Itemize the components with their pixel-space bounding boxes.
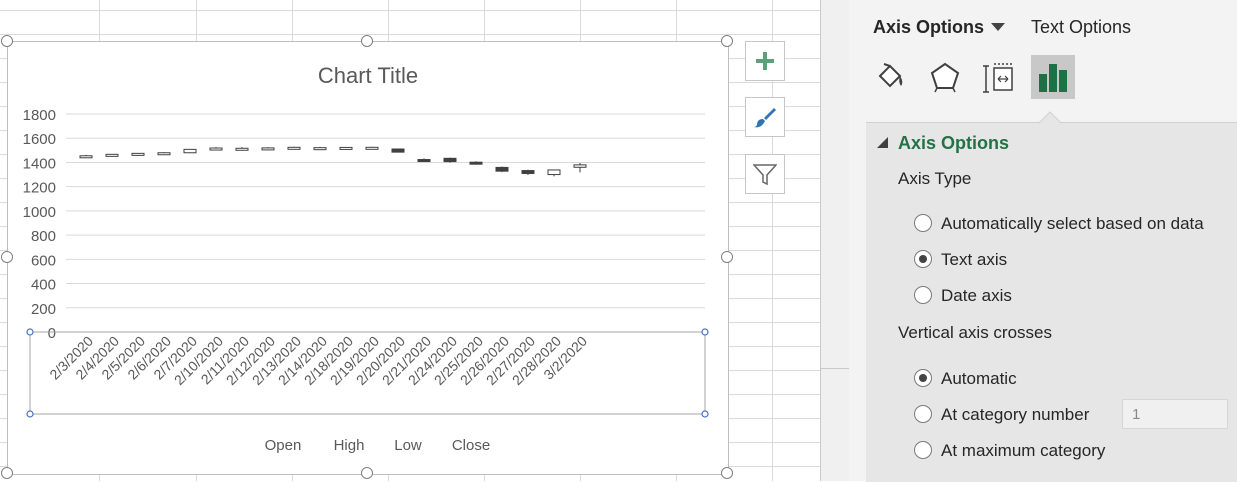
candle-body xyxy=(235,147,249,151)
pane-header: Axis Options Text Options xyxy=(849,0,1237,120)
tab-axis-options[interactable]: Axis Options xyxy=(873,17,984,38)
resize-handle-right[interactable] xyxy=(721,251,733,263)
vertical-axis-crosses-label: Vertical axis crosses xyxy=(898,323,1052,342)
candle-body xyxy=(573,164,587,168)
effects-button[interactable] xyxy=(923,55,967,99)
y-tick-label: 1800 xyxy=(23,107,56,124)
candle-body xyxy=(547,169,561,176)
resize-handle-bottom-left[interactable] xyxy=(1,467,13,479)
candle-body xyxy=(261,147,275,151)
resize-handle-top-right[interactable] xyxy=(721,35,733,47)
fill-line-button[interactable] xyxy=(867,55,911,99)
y-tick-label: 1400 xyxy=(23,155,56,172)
axis-selection-handle xyxy=(26,410,34,418)
axis-selection-handle xyxy=(701,328,709,336)
collapse-triangle-icon[interactable] xyxy=(877,137,888,148)
candle-body xyxy=(183,148,197,154)
candle-body xyxy=(443,157,457,163)
tab-text-options[interactable]: Text Options xyxy=(1031,17,1131,38)
option-crosses-category-number-label[interactable]: At category number xyxy=(941,405,1089,425)
candle-body xyxy=(287,146,301,150)
candle-body xyxy=(365,146,379,150)
plus-icon xyxy=(756,52,774,70)
resize-handle-bottom[interactable] xyxy=(361,467,373,479)
candle-body xyxy=(495,166,509,172)
legend-entry: Close xyxy=(452,437,490,454)
chart-styles-button[interactable] xyxy=(745,97,785,137)
effects-icon xyxy=(930,62,960,93)
candle-body xyxy=(79,155,93,159)
axis-selection-handle xyxy=(701,410,709,418)
section-title-axis-options[interactable]: Axis Options xyxy=(898,133,1009,154)
category-number-input[interactable]: 1 xyxy=(1122,399,1228,429)
candle-body xyxy=(339,146,353,150)
candle-body xyxy=(157,152,171,156)
radio-text-axis[interactable] xyxy=(914,250,932,268)
radio-crosses-category-number[interactable] xyxy=(914,405,932,423)
candle-body xyxy=(521,170,535,174)
y-tick-label: 800 xyxy=(31,228,56,245)
chart-elements-button[interactable] xyxy=(745,41,785,81)
axis-options-icon xyxy=(1039,64,1067,92)
candle-body xyxy=(209,147,223,151)
candle-body xyxy=(313,147,327,151)
resize-handle-bottom-right[interactable] xyxy=(721,467,733,479)
y-tick-label: 600 xyxy=(31,252,56,269)
resize-handle-top[interactable] xyxy=(361,35,373,47)
legend-entry: High xyxy=(334,437,365,454)
radio-date-axis[interactable] xyxy=(914,286,932,304)
legend-entry: Open xyxy=(265,437,302,454)
axis-selection-handle xyxy=(26,328,34,336)
radio-auto-select[interactable] xyxy=(914,214,932,232)
option-auto-select-label[interactable]: Automatically select based on data xyxy=(941,214,1204,234)
option-text-axis-label[interactable]: Text axis xyxy=(941,250,1007,270)
size-properties-button[interactable] xyxy=(977,55,1021,99)
y-tick-label: 1200 xyxy=(23,180,56,197)
option-date-axis-label[interactable]: Date axis xyxy=(941,286,1012,306)
y-tick-label: 200 xyxy=(31,301,56,318)
candle-body xyxy=(105,153,119,157)
selection-pointer xyxy=(1039,111,1061,124)
axis-options-button[interactable] xyxy=(1031,55,1075,99)
y-tick-label: 400 xyxy=(31,277,56,294)
radio-crosses-max-category[interactable] xyxy=(914,441,932,459)
resize-handle-left[interactable] xyxy=(1,251,13,263)
option-crosses-max-category-label[interactable]: At maximum category xyxy=(941,441,1105,461)
radio-crosses-automatic[interactable] xyxy=(914,369,932,387)
legend-entry: Low xyxy=(394,437,422,454)
brush-icon xyxy=(754,108,776,128)
filter-icon xyxy=(753,164,777,186)
vertical-scrollbar[interactable] xyxy=(820,0,849,481)
y-tick-label: 0 xyxy=(48,325,56,342)
chart-plot: Chart Title 0 200 400 600 800 1000 1200 1400 1600… xyxy=(23,63,709,454)
fill-line-icon xyxy=(878,63,903,88)
chart-title: Chart Title xyxy=(318,63,418,88)
chevron-down-icon[interactable] xyxy=(991,23,1005,31)
candle-body xyxy=(417,159,431,163)
size-properties-icon xyxy=(983,63,1013,93)
y-tick-label: 1600 xyxy=(23,131,56,148)
option-crosses-automatic-label[interactable]: Automatic xyxy=(941,369,1017,389)
resize-handle-top-left[interactable] xyxy=(1,35,13,47)
candle-body xyxy=(131,152,145,156)
chart-area[interactable]: Chart Title 0 200 400 600 800 1000 1200 1400 1600… xyxy=(7,41,729,475)
chart-filters-button[interactable] xyxy=(745,154,785,194)
y-tick-label: 1000 xyxy=(23,204,56,221)
candle-body xyxy=(469,161,483,165)
candle-body xyxy=(391,148,405,153)
axis-type-label: Axis Type xyxy=(898,169,972,188)
